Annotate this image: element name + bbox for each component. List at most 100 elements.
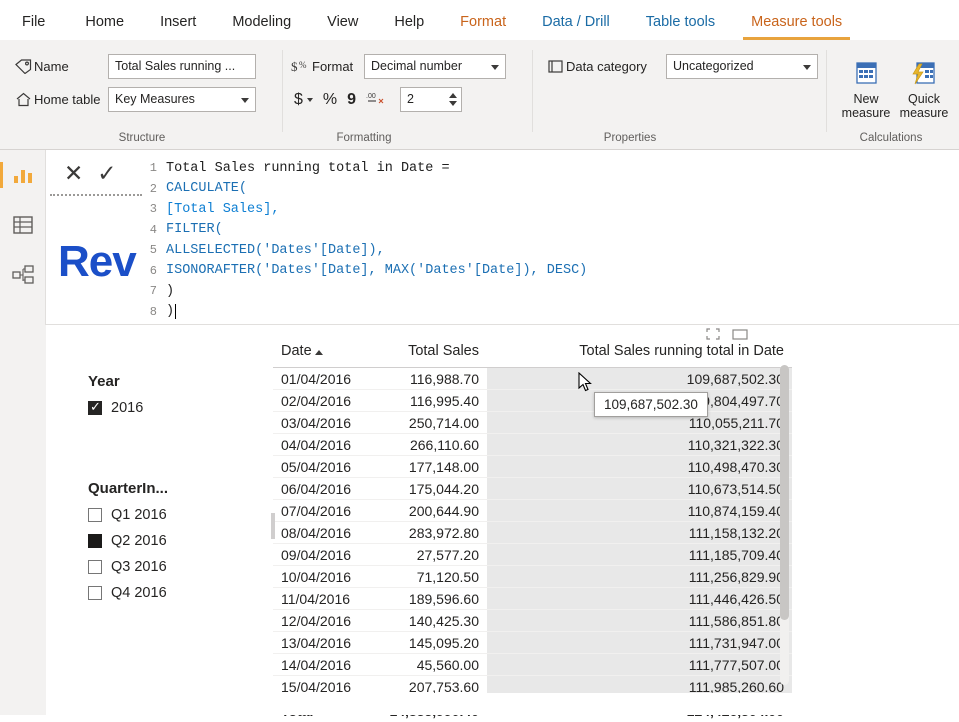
cell-running-total: 111,185,709.40 [487,543,792,566]
visual-left-handle[interactable] [271,513,275,539]
group-divider-1 [282,50,283,132]
ribbon-tab-insert[interactable]: Insert [142,8,214,40]
cell-date: 06/04/2016 [273,477,377,500]
cell-total-sales: 116,995.40 [377,389,487,412]
cell-total-sales: 116,988.70 [377,367,487,390]
cell-date: 07/04/2016 [273,499,377,522]
data-view-icon[interactable] [0,200,46,250]
cell-date: 12/04/2016 [273,609,377,632]
cell-total-sales: 200,644.90 [377,499,487,522]
data-category-row: Data category Uncategorized [544,54,818,79]
data-category-select[interactable]: Uncategorized [666,54,818,79]
checkbox-icon[interactable] [88,560,102,574]
ribbon-tab-measure-tools[interactable]: Measure tools [733,8,860,40]
cell-running-total: 111,586,851.80 [487,609,792,632]
ribbon-tab-view[interactable]: View [309,8,376,40]
currency-dropdown-caret-icon[interactable] [306,97,313,102]
cell-date: 11/04/2016 [273,587,377,610]
cell-total-sales: 71,120.50 [377,565,487,588]
group-divider-3 [826,50,827,132]
ribbon-body: Name Total Sales running ... Home table … [0,40,959,150]
home-table-select[interactable]: Key Measures [108,87,256,112]
slicer-quarter-item-q2[interactable]: Q2 2016 [88,533,168,549]
text-cursor [175,304,177,320]
checkbox-icon[interactable] [88,586,102,600]
properties-group-label: Properties [603,132,657,144]
report-view-icon[interactable] [0,150,46,200]
checkbox-icon[interactable] [88,399,102,415]
dax-formula-editor[interactable]: 1 Total Sales running total in Date = 2 CA… [144,154,959,322]
dax-line-1: Total Sales running total in Date = [166,160,450,176]
cell-total-sales: 250,714.00 [377,411,487,434]
table-row[interactable]: 14/04/2016 45,560.00 111,777,507.00 [273,653,792,676]
slicer-quarter-item-q3[interactable]: Q3 2016 [88,559,168,575]
percent-format-button[interactable]: % [323,91,337,109]
thousands-separator-button[interactable]: 9 [347,91,356,109]
quick-measure-label-line2: measure [899,106,949,120]
measure-name-input[interactable]: Total Sales running ... [108,54,256,79]
table-row[interactable]: 07/04/2016 200,644.90 110,874,159.40 [273,499,792,522]
cell-running-total: 110,321,322.30 [487,433,792,456]
focus-mode-icon[interactable] [706,328,720,343]
formula-bar-buttons: ✕ ✓ [52,154,140,192]
slicer-year-item-2016[interactable]: 2016 [88,399,144,416]
ribbon-tab-home[interactable]: Home [67,8,142,40]
line-number: 8 [149,304,157,319]
ribbon-group-calculations: New measure Quick measure Calculations [832,46,958,146]
column-header-total-sales[interactable]: Total Sales [377,337,487,368]
table-row[interactable]: 05/04/2016 177,148.00 110,498,470.30 [273,455,792,478]
cell-running-total: 110,498,470.30 [487,455,792,478]
data-category-label: Data category [566,59,647,74]
cell-running-total: 111,446,426.50 [487,587,792,610]
decimal-places-stepper[interactable]: 2 [400,87,463,112]
dax-line-6: ISONORAFTER('Dates'[Date], MAX('Dates'[D… [166,263,588,279]
table-visual: Date Total Sales Total Sales running tot… [271,328,792,722]
table-row[interactable]: 08/04/2016 283,972.80 111,158,132.20 [273,521,792,544]
scrollbar-thumb[interactable] [780,365,789,620]
ribbon-tab-data-drill[interactable]: Data / Drill [524,8,628,40]
cell-running-total: 111,777,507.00 [487,653,792,676]
column-header-date[interactable]: Date [273,337,377,368]
category-icon [544,57,566,77]
cell-running-total: 111,158,132.20 [487,521,792,544]
table-row[interactable]: 06/04/2016 175,044.20 110,673,514.50 [273,477,792,500]
table-row[interactable]: 04/04/2016 266,110.60 110,321,322.30 [273,433,792,456]
ribbon-group-structure: Name Total Sales running ... Home table … [8,46,276,146]
slicer-item-label: Q2 2016 [111,533,167,549]
measure-name-row: Name Total Sales running ... [12,54,256,79]
table-row[interactable]: 12/04/2016 140,425.30 111,586,851.80 [273,609,792,632]
decrease-decimals-icon[interactable]: .00 [366,90,386,110]
ribbon-tab-modeling[interactable]: Modeling [214,8,309,40]
table-vertical-scrollbar[interactable] [780,365,789,685]
formula-commit-button[interactable]: ✓ [97,160,116,187]
checkbox-icon[interactable] [88,508,102,522]
table-row[interactable]: 13/04/2016 145,095.20 111,731,947.00 [273,631,792,654]
table-row[interactable]: 09/04/2016 27,577.20 111,185,709.40 [273,543,792,566]
stepper-down-icon[interactable] [449,101,458,106]
slicer-item-label: 2016 [111,400,144,416]
table-row[interactable]: 10/04/2016 71,120.50 111,256,829.90 [273,565,792,588]
ribbon-tab-file[interactable]: File [0,8,67,40]
slicer-quarter-item-q1[interactable]: Q1 2016 [88,507,168,523]
table-row[interactable]: 02/04/2016 116,995.40 109,804,497.70 [273,389,792,412]
more-options-icon[interactable] [732,328,748,343]
model-view-icon[interactable] [0,250,46,300]
format-select[interactable]: Decimal number [364,54,506,79]
view-rail [0,150,46,325]
ribbon-tab-help[interactable]: Help [376,8,442,40]
home-table-row: Home table Key Measures [12,87,256,112]
formula-cancel-button[interactable]: ✕ [64,160,83,187]
stepper-up-icon[interactable] [449,93,458,98]
svg-text:$: $ [291,59,298,74]
ribbon-tab-table-tools[interactable]: Table tools [628,8,733,40]
table-row[interactable]: 11/04/2016 189,596.60 111,446,426.50 [273,587,792,610]
table-row[interactable]: 03/04/2016 250,714.00 110,055,211.70 [273,411,792,434]
checkbox-icon[interactable] [88,534,102,548]
ribbon-tab-format[interactable]: Format [442,8,524,40]
cell-total-sales: 145,095.20 [377,631,487,654]
slicer-quarter-item-q4[interactable]: Q4 2016 [88,585,168,601]
table-row[interactable]: 01/04/2016 116,988.70 109,687,502.30 [273,367,792,390]
quick-measure-button[interactable]: Quick measure [890,54,958,120]
currency-format-button[interactable]: $ [294,91,303,109]
measure-name-label: Name [34,59,69,74]
